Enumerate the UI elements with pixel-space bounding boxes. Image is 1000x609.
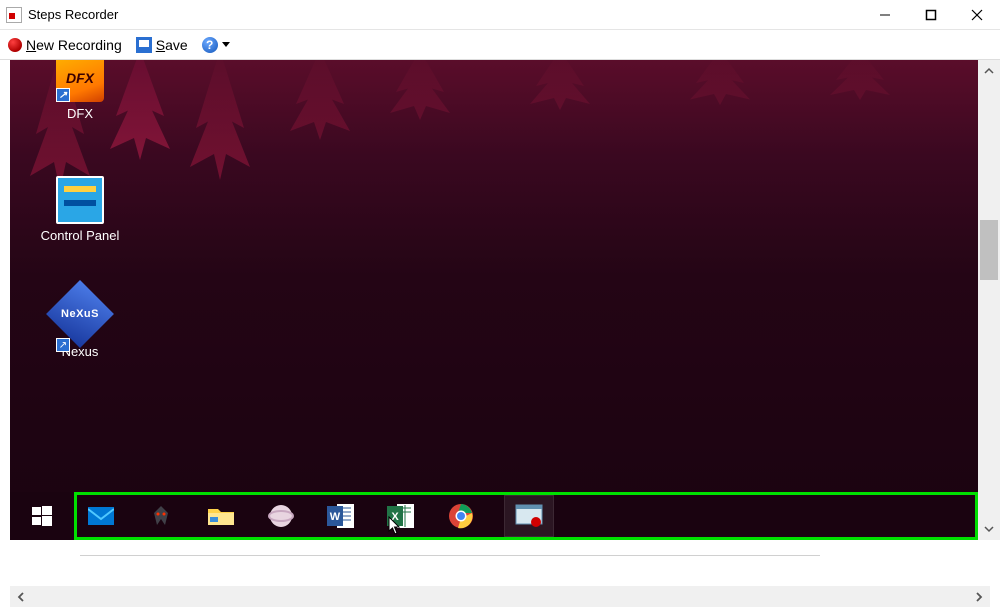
- desktop-icon-dfx[interactable]: DFX ↗ DFX: [40, 60, 120, 121]
- titlebar: Steps Recorder: [0, 0, 1000, 30]
- taskbar: W X: [10, 492, 978, 540]
- folder-icon: [207, 505, 235, 527]
- excel-icon: X: [387, 503, 415, 529]
- minimize-button[interactable]: [862, 0, 908, 30]
- separator: [80, 555, 820, 556]
- scroll-left-button[interactable]: [10, 586, 32, 608]
- record-icon: [8, 38, 22, 52]
- help-icon: ?: [202, 37, 218, 53]
- captured-screenshot: DFX ↗ DFX Control Panel NeXuS ↗ Nexus: [10, 60, 978, 540]
- skype-icon: [268, 503, 294, 529]
- vertical-scrollbar[interactable]: [978, 60, 1000, 540]
- taskbar-item-word[interactable]: W: [325, 500, 357, 532]
- scroll-down-button[interactable]: [978, 518, 1000, 540]
- save-icon: [136, 37, 152, 53]
- scrollbar-thumb[interactable]: [980, 220, 998, 280]
- taskbar-item-chrome[interactable]: [445, 500, 477, 532]
- taskbar-item-mail[interactable]: [85, 500, 117, 532]
- taskbar-item-steps-recorder[interactable]: [505, 496, 553, 536]
- dfx-icon: DFX ↗: [56, 60, 104, 102]
- desktop-icon-label: DFX: [40, 106, 120, 121]
- scroll-up-button[interactable]: [978, 60, 1000, 82]
- mail-icon: [88, 505, 114, 527]
- windows-icon: [32, 506, 52, 526]
- desktop-icon-label: Control Panel: [40, 228, 120, 243]
- shortcut-overlay-icon: ↗: [56, 338, 70, 352]
- taskbar-item-predator[interactable]: [145, 500, 177, 532]
- steps-recorder-icon: [515, 504, 543, 528]
- taskbar-item-file-explorer[interactable]: [205, 500, 237, 532]
- svg-text:X: X: [391, 511, 399, 523]
- recording-viewport: DFX ↗ DFX Control Panel NeXuS ↗ Nexus: [10, 60, 1000, 540]
- wallpaper-trees: [10, 60, 978, 180]
- window-title: Steps Recorder: [28, 7, 118, 22]
- control-panel-icon: [56, 176, 104, 224]
- start-button[interactable]: [10, 492, 74, 540]
- maximize-button[interactable]: [908, 0, 954, 30]
- chrome-icon: [448, 503, 474, 529]
- taskbar-item-skype[interactable]: [265, 500, 297, 532]
- word-icon: W: [327, 503, 355, 529]
- predator-icon: [148, 503, 174, 529]
- taskbar-item-excel[interactable]: X: [385, 500, 417, 532]
- scroll-right-button[interactable]: [968, 586, 990, 608]
- chevron-down-icon: [222, 42, 230, 47]
- shortcut-overlay-icon: ↗: [56, 88, 70, 102]
- svg-text:W: W: [330, 511, 341, 523]
- new-recording-label: New Recording: [26, 37, 122, 53]
- desktop-icon-nexus[interactable]: NeXuS ↗ Nexus: [40, 290, 120, 359]
- new-recording-button[interactable]: New Recording: [8, 37, 122, 53]
- save-label: Save: [156, 37, 188, 53]
- app-icon: [6, 7, 22, 23]
- taskbar-highlight-region: W X: [74, 492, 978, 540]
- desktop-icon-control-panel[interactable]: Control Panel: [40, 176, 120, 243]
- horizontal-scrollbar[interactable]: [10, 585, 990, 607]
- close-button[interactable]: [954, 0, 1000, 30]
- help-dropdown[interactable]: ?: [202, 37, 230, 53]
- toolbar: New Recording Save ?: [0, 30, 1000, 60]
- save-button[interactable]: Save: [136, 37, 188, 53]
